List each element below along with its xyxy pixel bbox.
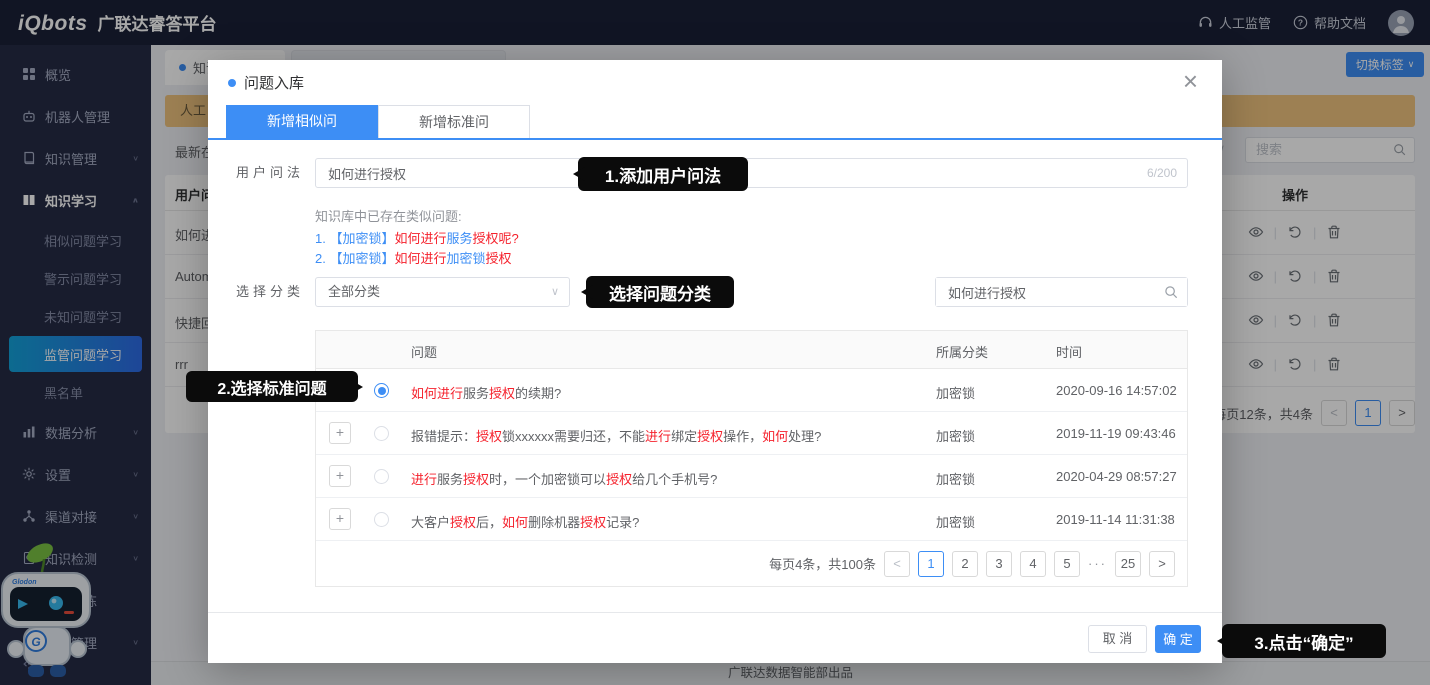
text-segment: 如何 — [762, 429, 788, 444]
text-segment: 处理? — [788, 429, 821, 444]
annotation-click-confirm: 3.点击“确定” — [1222, 624, 1386, 658]
row-category: 加密锁 — [936, 512, 975, 531]
text-segment: 2. 【加密锁】 — [315, 251, 394, 266]
annotation-add-question: 1.添加用户问法 — [578, 157, 748, 191]
next-page-button[interactable]: > — [1149, 551, 1175, 577]
text-segment: 给几个手机号? — [632, 472, 717, 487]
question-phrase-label: 用户问法 — [236, 158, 304, 188]
similar-question-link[interactable]: 2. 【加密锁】如何进行加密锁授权 — [315, 248, 512, 267]
text-segment: 1. 【加密锁】 — [315, 231, 394, 246]
column-header-category: 所属分类 — [936, 342, 988, 361]
text-segment: 服务 — [446, 231, 472, 246]
text-segment: 记录? — [606, 515, 639, 530]
text-segment: 删除机器 — [528, 515, 580, 530]
close-icon[interactable]: × — [1183, 66, 1198, 97]
dialog-title: 问题入库 — [244, 72, 304, 93]
text-segment: 如何进行 — [394, 251, 446, 266]
footer-divider — [208, 612, 1222, 613]
dialog-title-dot-icon — [228, 79, 236, 87]
prev-page-button[interactable]: < — [884, 551, 910, 577]
dialog-tabs: 新增相似问 新增标准问 — [208, 105, 1222, 140]
text-segment: 如何 — [502, 515, 528, 530]
row-question-text: 进行服务授权时，一个加密锁可以授权给几个手机号? — [411, 469, 717, 488]
row-category: 加密锁 — [936, 469, 975, 488]
annotation-select-standard: 2.选择标准问题 — [186, 371, 358, 402]
text-segment: 服务 — [437, 472, 463, 487]
table-row: +如何进行服务授权的续期?加密锁2020-09-16 14:57:02 — [316, 369, 1187, 412]
row-radio[interactable] — [374, 512, 389, 527]
text-segment: 后， — [476, 515, 502, 530]
row-time: 2020-04-29 08:57:27 — [1056, 469, 1177, 484]
row-time: 2020-09-16 14:57:02 — [1056, 383, 1177, 398]
row-radio[interactable] — [374, 383, 389, 398]
text-segment: 锁xxxxxx需要归还，不能 — [502, 429, 645, 444]
row-category: 加密锁 — [936, 426, 975, 445]
text-segment: 授权 — [489, 386, 515, 401]
text-segment: 授权 — [450, 515, 476, 530]
table-row: +报错提示：授权锁xxxxxx需要归还，不能进行绑定授权操作，如何处理?加密锁2… — [316, 412, 1187, 455]
row-question-text: 大客户授权后，如何删除机器授权记录? — [411, 512, 639, 531]
page-button-4[interactable]: 4 — [1020, 551, 1046, 577]
page-button-2[interactable]: 2 — [952, 551, 978, 577]
annotation-select-category: 选择问题分类 — [586, 276, 734, 308]
text-segment: 授权 — [697, 429, 723, 444]
standard-question-table: 问题 所属分类 时间 +如何进行服务授权的续期?加密锁2020-09-16 14… — [315, 330, 1188, 587]
text-segment: 报错提示： — [411, 429, 476, 444]
text-segment: 授权 — [606, 472, 632, 487]
row-question-text: 如何进行服务授权的续期? — [411, 383, 561, 402]
confirm-button[interactable]: 确 定 — [1155, 625, 1201, 653]
text-segment: 如何进行 — [411, 386, 463, 401]
question-import-dialog: 问题入库 × 新增相似问 新增标准问 用户问法 6/200 知识库中已存在类似问… — [208, 60, 1222, 663]
category-select[interactable]: 全部分类 ∨ — [315, 277, 570, 307]
pagination-ellipsis: ··· — [1088, 556, 1107, 571]
row-question-text: 报错提示：授权锁xxxxxx需要归还，不能进行绑定授权操作，如何处理? — [411, 426, 821, 445]
text-segment: 大客户 — [411, 515, 450, 530]
dialog-table-pagination: 每页4条，共100条 < 12345 ··· 25 > — [316, 541, 1187, 586]
page-button-1[interactable]: 1 — [918, 551, 944, 577]
app-window: iQbots 广联达睿答平台 人工监管 ? 帮助文档 概览机器人管理知识管理∨知… — [0, 0, 1430, 685]
chevron-down-icon: ∨ — [551, 278, 559, 306]
tab-add-similar-question[interactable]: 新增相似问 — [226, 105, 378, 138]
text-segment: 如何进行 — [394, 231, 446, 246]
text-segment: 操作， — [723, 429, 762, 444]
search-icon — [1164, 285, 1179, 300]
question-search-input[interactable] — [936, 278, 1187, 306]
text-segment: 进行 — [645, 429, 671, 444]
row-radio[interactable] — [374, 426, 389, 441]
column-header-time: 时间 — [1056, 342, 1082, 361]
question-phrase-field: 6/200 — [315, 158, 1188, 188]
column-header-question: 问题 — [411, 342, 437, 361]
page-button-3[interactable]: 3 — [986, 551, 1012, 577]
text-segment: 服务 — [463, 386, 489, 401]
row-category: 加密锁 — [936, 383, 975, 402]
table-row: +进行服务授权时，一个加密锁可以授权给几个手机号?加密锁2020-04-29 0… — [316, 455, 1187, 498]
table-row: +大客户授权后，如何删除机器授权记录?加密锁2019-11-14 11:31:3… — [316, 498, 1187, 541]
question-phrase-input[interactable] — [316, 159, 1187, 187]
page-button-25[interactable]: 25 — [1115, 551, 1141, 577]
row-time: 2019-11-14 11:31:38 — [1056, 512, 1175, 527]
text-segment: 绑定 — [671, 429, 697, 444]
row-time: 2019-11-19 09:43:46 — [1056, 426, 1176, 441]
char-counter: 6/200 — [1147, 166, 1177, 180]
text-segment: 授权 — [476, 429, 502, 444]
text-segment: 授权 — [463, 472, 489, 487]
question-search-field — [935, 277, 1188, 307]
category-label: 选择分类 — [236, 277, 304, 307]
similar-questions-heading: 知识库中已存在类似问题: — [315, 206, 462, 225]
text-segment: 加密锁 — [446, 251, 485, 266]
text-segment: 的续期? — [515, 386, 561, 401]
text-segment: 时，一个加密锁可以 — [489, 472, 606, 487]
page-button-5[interactable]: 5 — [1054, 551, 1080, 577]
text-segment: 授权 — [580, 515, 606, 530]
expand-row-button[interactable]: + — [329, 465, 351, 487]
cancel-button[interactable]: 取 消 — [1088, 625, 1147, 653]
text-segment: 授权呢? — [473, 231, 519, 246]
text-segment: 授权 — [486, 251, 512, 266]
row-radio[interactable] — [374, 469, 389, 484]
text-segment: 进行 — [411, 472, 437, 487]
expand-row-button[interactable]: + — [329, 422, 351, 444]
expand-row-button[interactable]: + — [329, 508, 351, 530]
similar-question-link[interactable]: 1. 【加密锁】如何进行服务授权呢? — [315, 228, 519, 247]
tab-add-standard-question[interactable]: 新增标准问 — [378, 105, 530, 138]
